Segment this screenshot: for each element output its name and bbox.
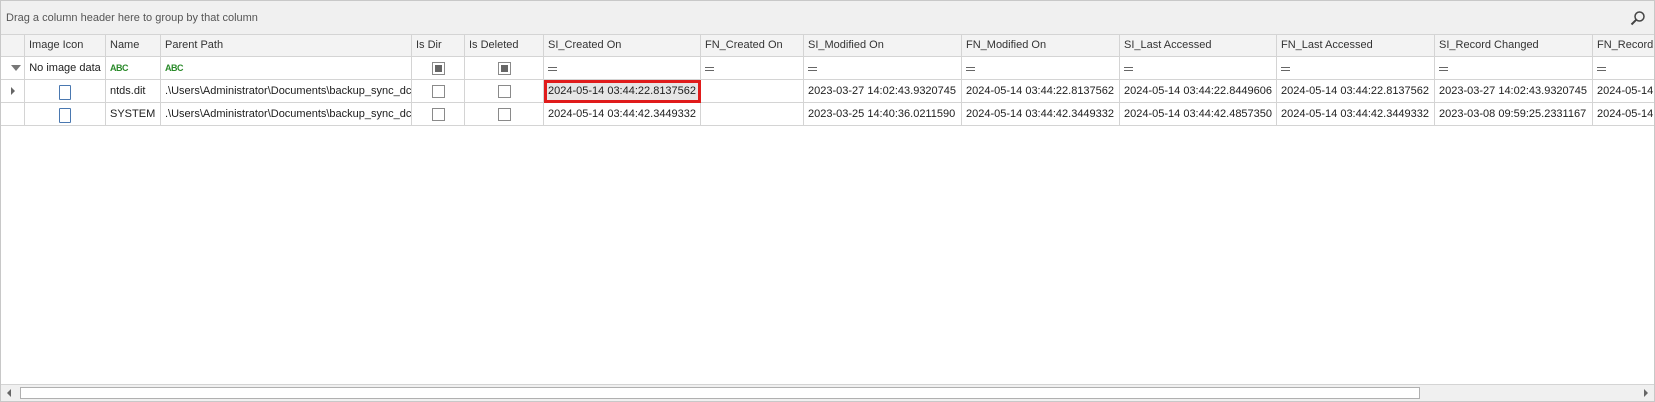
column-header-is-deleted[interactable]: Is Deleted: [465, 35, 544, 57]
cell-image-icon[interactable]: [25, 80, 106, 103]
filter-fn-last-accessed[interactable]: [1277, 57, 1435, 80]
table-row[interactable]: ntds.dit .\Users\Administrator\Documents…: [1, 80, 1654, 103]
equals-filter-icon: [808, 67, 817, 71]
filter-icon: [11, 65, 21, 71]
file-icon: [59, 85, 71, 100]
cell-fn-created-on[interactable]: [701, 80, 804, 103]
cell-si-created-on-selected[interactable]: 2024-05-14 03:44:22.8137562: [544, 80, 701, 103]
row-indicator[interactable]: [1, 80, 25, 103]
scroll-right-button[interactable]: [1637, 385, 1654, 401]
cell-fn-last-accessed[interactable]: 2024-05-14 03:44:42.3449332: [1277, 103, 1435, 126]
column-header-si-created-on[interactable]: SI_Created On: [544, 35, 701, 57]
cell-parent-path[interactable]: .\Users\Administrator\Documents\backup_s…: [161, 103, 412, 126]
cell-fn-last-accessed[interactable]: 2024-05-14 03:44:22.8137562: [1277, 80, 1435, 103]
file-grid: Drag a column header here to group by th…: [0, 0, 1655, 402]
filter-si-created-on[interactable]: [544, 57, 701, 80]
column-header-si-record-changed[interactable]: SI_Record Changed: [1435, 35, 1593, 57]
cell-fn-created-on[interactable]: [701, 103, 804, 126]
cell-name[interactable]: SYSTEM: [106, 103, 161, 126]
checkbox-is-dir[interactable]: [431, 108, 445, 121]
scrollbar-thumb[interactable]: [20, 387, 1420, 399]
group-panel[interactable]: Drag a column header here to group by th…: [1, 1, 1654, 35]
filter-name[interactable]: ABC: [106, 57, 161, 80]
filter-fn-created-on[interactable]: [701, 57, 804, 80]
column-header-fn-created-on[interactable]: FN_Created On: [701, 35, 804, 57]
cell-is-deleted[interactable]: [465, 80, 544, 103]
cell-si-record-changed[interactable]: 2023-03-08 09:59:25.2331167: [1435, 103, 1593, 126]
cell-image-icon[interactable]: [25, 103, 106, 126]
cell-si-last-accessed[interactable]: 2024-05-14 03:44:42.4857350: [1120, 103, 1277, 126]
cell-si-modified-on[interactable]: 2023-03-27 14:02:43.9320745: [804, 80, 962, 103]
column-header-fn-modified-on[interactable]: FN_Modified On: [962, 35, 1120, 57]
cell-si-record-changed[interactable]: 2023-03-27 14:02:43.9320745: [1435, 80, 1593, 103]
column-header-si-modified-on[interactable]: SI_Modified On: [804, 35, 962, 57]
filter-checkbox-is-dir[interactable]: [431, 62, 445, 75]
equals-filter-icon: [1597, 67, 1606, 71]
column-header-fn-record[interactable]: FN_Record: [1593, 35, 1654, 57]
column-header-fn-last-accessed[interactable]: FN_Last Accessed: [1277, 35, 1435, 57]
filter-is-dir[interactable]: [412, 57, 465, 80]
filter-row: No image data ABC ABC: [1, 57, 1654, 80]
checkbox-is-dir[interactable]: [431, 85, 445, 98]
row-indicator[interactable]: [1, 103, 25, 126]
header-indicator-corner: [1, 35, 25, 57]
filter-is-deleted[interactable]: [465, 57, 544, 80]
cell-fn-modified-on[interactable]: 2024-05-14 03:44:42.3449332: [962, 103, 1120, 126]
filter-fn-modified-on[interactable]: [962, 57, 1120, 80]
equals-filter-icon: [548, 67, 557, 71]
cell-is-deleted[interactable]: [465, 103, 544, 126]
filter-si-last-accessed[interactable]: [1120, 57, 1277, 80]
filter-row-indicator: [1, 57, 25, 80]
scroll-left-button[interactable]: [1, 385, 18, 401]
column-header-parent-path[interactable]: Parent Path: [161, 35, 412, 57]
equals-filter-icon: [966, 67, 975, 71]
search-icon[interactable]: [1630, 10, 1646, 26]
text-filter-icon: ABC: [165, 63, 184, 73]
cell-fn-modified-on[interactable]: 2024-05-14 03:44:22.8137562: [962, 80, 1120, 103]
filter-fn-record[interactable]: [1593, 57, 1654, 80]
checkbox-is-deleted[interactable]: [497, 108, 511, 121]
text-filter-icon: ABC: [110, 63, 129, 73]
cell-si-created-on[interactable]: 2024-05-14 03:44:42.3449332: [544, 103, 701, 126]
column-header-image-icon[interactable]: Image Icon: [25, 35, 106, 57]
table-row[interactable]: SYSTEM .\Users\Administrator\Documents\b…: [1, 103, 1654, 126]
equals-filter-icon: [1124, 67, 1133, 71]
group-panel-hint: Drag a column header here to group by th…: [6, 12, 258, 24]
equals-filter-icon: [1281, 67, 1290, 71]
cell-fn-record[interactable]: 2024-05-14: [1593, 80, 1654, 103]
column-header-name[interactable]: Name: [106, 35, 161, 57]
file-icon: [59, 108, 71, 123]
cell-parent-path[interactable]: .\Users\Administrator\Documents\backup_s…: [161, 80, 412, 103]
filter-si-modified-on[interactable]: [804, 57, 962, 80]
column-header-si-last-accessed[interactable]: SI_Last Accessed: [1120, 35, 1277, 57]
current-row-arrow-icon: [11, 87, 15, 95]
checkbox-is-deleted[interactable]: [497, 85, 511, 98]
filter-image-icon[interactable]: No image data: [25, 57, 106, 80]
horizontal-scrollbar[interactable]: [1, 384, 1654, 401]
equals-filter-icon: [705, 67, 714, 71]
cell-name[interactable]: ntds.dit: [106, 80, 161, 103]
cell-si-last-accessed[interactable]: 2024-05-14 03:44:22.8449606: [1120, 80, 1277, 103]
column-header-row: Image Icon Name Parent Path Is Dir Is De…: [1, 35, 1654, 57]
cell-fn-record[interactable]: 2024-05-14: [1593, 103, 1654, 126]
filter-parent-path[interactable]: ABC: [161, 57, 412, 80]
cell-is-dir[interactable]: [412, 103, 465, 126]
filter-checkbox-is-deleted[interactable]: [497, 62, 511, 75]
cell-is-dir[interactable]: [412, 80, 465, 103]
equals-filter-icon: [1439, 67, 1448, 71]
cell-si-modified-on[interactable]: 2023-03-25 14:40:36.0211590: [804, 103, 962, 126]
filter-si-record-changed[interactable]: [1435, 57, 1593, 80]
column-header-is-dir[interactable]: Is Dir: [412, 35, 465, 57]
